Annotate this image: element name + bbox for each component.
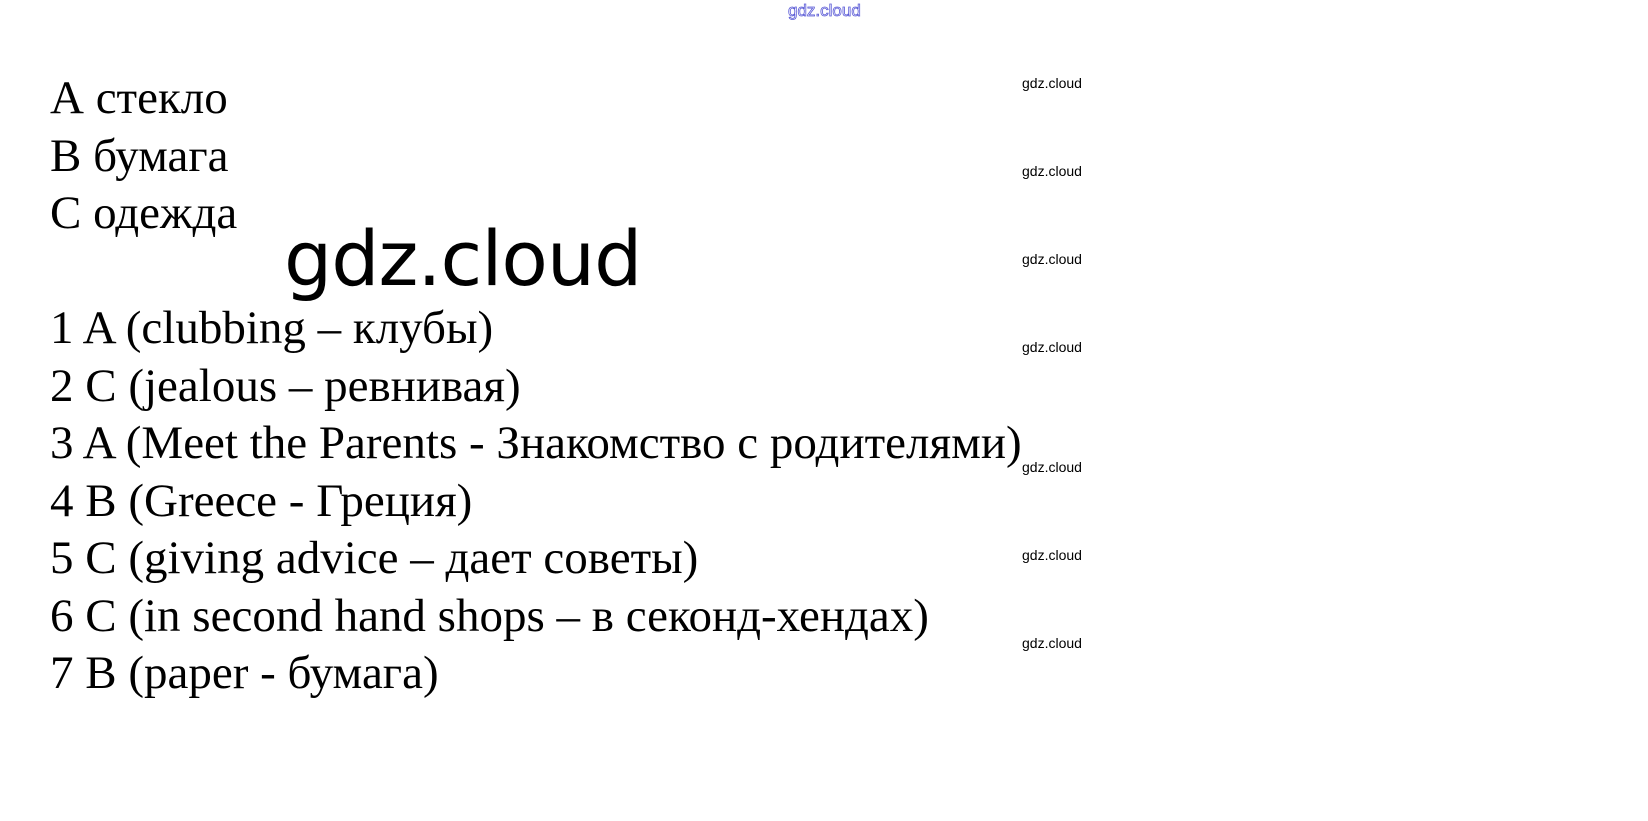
side-watermark: gdz.cloud	[1022, 635, 1082, 651]
numbered-answer-3: 3 A (Meet the Parents - Знакомство с род…	[50, 417, 1022, 469]
side-watermark: gdz.cloud	[1022, 459, 1082, 475]
big-watermark: gdz.cloud	[284, 214, 642, 303]
numbered-answer-6: 6 C (in second hand shops – в секонд-хен…	[50, 589, 929, 642]
side-watermark: gdz.cloud	[1022, 547, 1082, 563]
answer-page: gdz.cloud А стекло В бумага С одежда 1 A…	[0, 0, 1648, 821]
side-watermark: gdz.cloud	[1022, 75, 1082, 91]
numbered-answer-5: 5 C (giving advice – дает советы)	[50, 532, 699, 584]
side-watermark: gdz.cloud	[1022, 163, 1082, 179]
letter-answer-a: А стекло	[50, 72, 228, 124]
letter-answer-b: В бумага	[50, 129, 229, 182]
header-watermark: gdz.cloud	[788, 1, 862, 21]
answers-list: А стекло В бумага С одежда 1 A (clubbing…	[50, 70, 1022, 703]
numbered-answer-7: 7 B (paper - бумага)	[50, 647, 439, 699]
side-watermark: gdz.cloud	[1022, 251, 1082, 267]
side-watermark: gdz.cloud	[1022, 339, 1082, 355]
numbered-answer-4: 4 B (Greece - Греция)	[50, 474, 473, 527]
numbered-answer-2: 2 C (jealous – ревнивая)	[50, 359, 521, 412]
numbered-answer-1: 1 A (clubbing – клубы)	[50, 302, 494, 354]
